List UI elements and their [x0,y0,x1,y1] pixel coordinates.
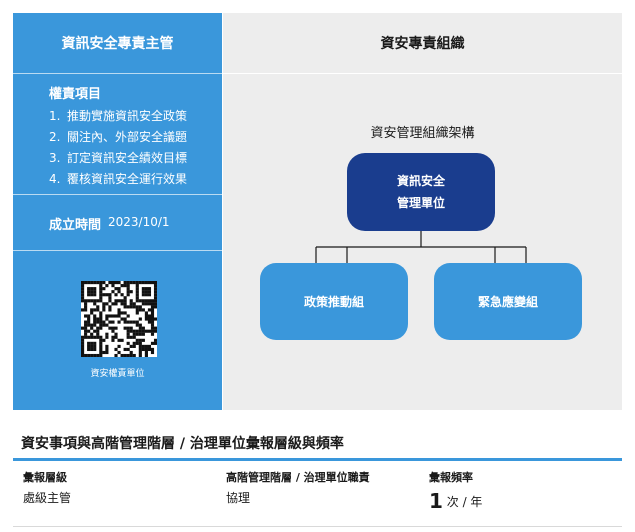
qr-code-image [81,281,158,358]
reporting-header-frequency: 彙報頻率 [429,471,473,484]
frequency-unit: 次 / 年 [446,495,483,509]
security-officer-title: 資訊安全專責主管 [13,13,222,74]
established-date: 2023/10/1 [108,215,170,229]
reporting-duty-value: 協理 [226,491,251,505]
frequency-number: 1 [429,489,443,513]
qr-caption: 資安權責單位 [90,369,145,379]
duty-item: 2. 關注內、外部安全議題 [49,130,188,144]
duty-item: 4. 覆核資訊安全運行效果 [49,172,188,186]
established-label: 成立時間 [49,218,102,233]
org-node-policy-group: 政策推動組 [260,263,408,340]
org-node-management-unit: 資訊安全 管理單位 [347,153,495,231]
reporting-header-duty: 高階管理階層 / 治理單位職責 [226,471,370,484]
security-officer-column: 資訊安全專責主管 權責項目 1. 推動實施資訊安全政策 2. 關注內、外部安全議題 … [13,13,222,410]
established-section: 成立時間 2023/10/1 [13,195,222,251]
qr-code-icon[interactable] [81,281,158,358]
security-organization-panel: 資訊安全專責主管 權責項目 1. 推動實施資訊安全政策 2. 關注內、外部安全議題 … [13,13,622,410]
reporting-header-level: 彙報層級 [23,471,67,484]
duties-section: 權責項目 1. 推動實施資訊安全政策 2. 關注內、外部安全議題 3. 訂定資訊安全績… [13,74,222,195]
table-bottom-line [13,526,622,527]
duty-item: 1. 推動實施資訊安全政策 [49,109,188,123]
duty-item: 3. 訂定資訊安全績效目標 [49,151,188,165]
reporting-frequency-value: 1 次 / 年 [429,489,482,513]
reporting-title: 資安事項與高階管理階層 / 治理單位彙報層級與頻率 [21,436,344,452]
reporting-divider [13,458,622,461]
security-org-column: 資安專責組織 資安管理組織架構 資訊安全 管理單位 政策推動組 緊急應變組 [223,13,622,410]
org-node-emergency-group: 緊急應變組 [434,263,582,340]
reporting-level-value: 處級主管 [23,491,72,505]
duties-title: 權責項目 [49,87,102,102]
